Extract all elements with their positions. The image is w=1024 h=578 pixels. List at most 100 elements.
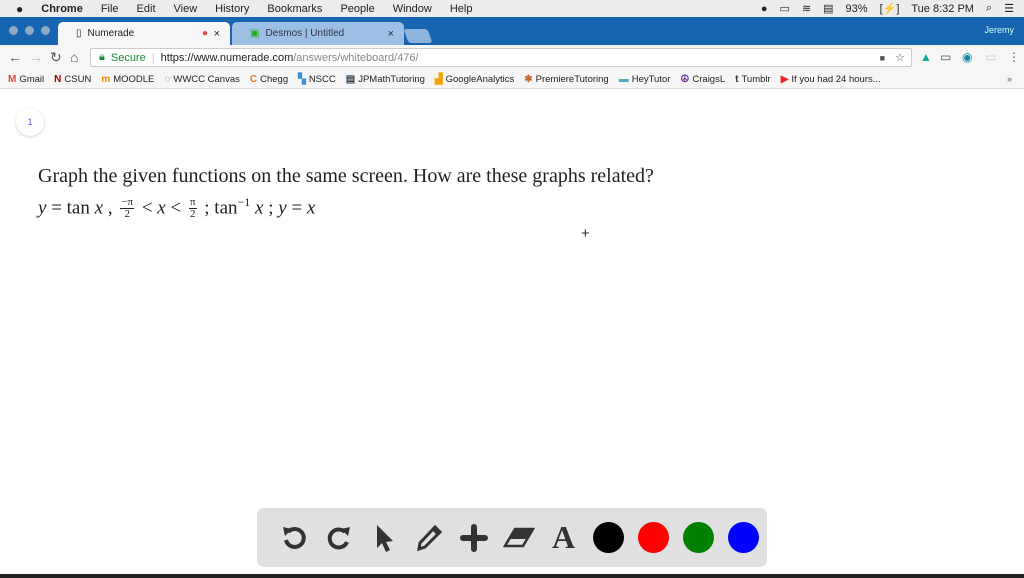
spotlight-icon[interactable]: ⌕ — [986, 2, 992, 15]
bookmark-label: Gmail — [19, 73, 45, 85]
star-icon[interactable]: ☆ — [895, 51, 905, 64]
url-path: /answers/whiteboard/476/ — [293, 51, 419, 64]
bookmark-label: Chegg — [260, 73, 289, 85]
color-black-button[interactable] — [593, 522, 624, 553]
bookmark-icon: C — [249, 73, 258, 85]
bookmark-csun[interactable]: N CSUN — [54, 74, 91, 85]
menu-view[interactable]: View — [174, 3, 198, 15]
menu-app[interactable]: Chrome — [41, 3, 83, 15]
bottom-edge — [0, 574, 1024, 578]
wifi-icon[interactable]: ≋ — [802, 2, 811, 15]
cast-icon[interactable]: ▭ — [940, 50, 951, 64]
bookmark-label: If you had 24 hours... — [791, 73, 881, 85]
bookmark-label: HeyTutor — [631, 73, 671, 85]
plus-icon — [459, 523, 488, 552]
bookmark-heytutor[interactable]: ▬ HeyTutor — [619, 74, 671, 85]
flag-icon[interactable]: ▤ — [823, 2, 833, 15]
bookmark-label: CSUN — [64, 73, 92, 85]
bookmark-label: PremiereTutoring — [535, 73, 609, 85]
math-text: , — [103, 197, 118, 219]
menu-bookmarks[interactable]: Bookmarks — [267, 3, 322, 15]
bookmark-googleanalytics[interactable]: ▟ GoogleAnalytics — [435, 74, 514, 85]
math-text: ; tan — [199, 197, 238, 219]
bookmark-nscc[interactable]: ▚ NSCC — [298, 74, 336, 85]
battery-icon: [⚡] — [879, 3, 900, 15]
extension-icon[interactable]: ◉ — [962, 50, 972, 64]
shape-button[interactable] — [451, 515, 496, 560]
battery-percent[interactable]: 93% — [846, 3, 868, 15]
extension-icon[interactable]: ▲ — [920, 50, 932, 64]
bookmark-craigsl[interactable]: ☮ CraigsL — [680, 74, 725, 85]
list-icon[interactable]: ☰ — [1004, 2, 1014, 15]
denominator: 2 — [124, 208, 130, 221]
airplay-icon[interactable]: ▭ — [780, 2, 790, 15]
camera-icon[interactable]: ■ — [880, 53, 885, 63]
page-number[interactable]: 1 — [16, 108, 44, 136]
minimize-window-button[interactable] — [25, 26, 34, 35]
forward-icon[interactable]: → — [29, 49, 43, 65]
bookmark-label: NSCC — [308, 73, 336, 85]
tab-numerade[interactable]: ▯ Numerade ● × — [58, 22, 230, 45]
address-toolbar: ← → ↻ ⌂ 🔒︎ Secure | https://www.numerade… — [0, 45, 1024, 70]
undo-button[interactable] — [271, 515, 316, 560]
home-icon[interactable]: ⌂ — [70, 49, 78, 65]
reload-icon[interactable]: ↻ — [50, 49, 62, 66]
redo-button[interactable] — [316, 515, 361, 560]
eraser-button[interactable] — [496, 515, 541, 560]
bookmark-jpmathtutoring[interactable]: ▤ JPMathTutoring — [346, 74, 425, 85]
bookmark-label: CraigsL — [692, 73, 726, 85]
color-red-button[interactable] — [638, 522, 669, 553]
notification-icon[interactable]: ● — [761, 3, 768, 15]
menu-file[interactable]: File — [101, 3, 119, 15]
math-text: < — [165, 197, 186, 219]
bookmark-tumblr[interactable]: t Tumblr — [735, 74, 771, 85]
more-bookmarks-icon[interactable]: » — [1007, 74, 1012, 84]
bookmark-icon: ✱ — [524, 73, 533, 85]
clock[interactable]: Tue 8:32 PM — [911, 3, 974, 15]
bookmark-icon: ▤ — [345, 73, 356, 85]
new-tab-button[interactable] — [403, 29, 433, 43]
math-var: x — [250, 197, 264, 219]
bookmark-icon: M — [8, 73, 17, 85]
fraction: −π 2 — [120, 197, 135, 221]
bookmark-if-you-had-24-hours[interactable]: ▶ If you had 24 hours... — [781, 74, 881, 85]
menu-window[interactable]: Window — [393, 3, 432, 15]
bookmark-wwcc-canvas[interactable]: ◌ WWCC Canvas — [164, 74, 239, 85]
eraser-icon — [502, 527, 535, 547]
close-tab-icon[interactable]: × — [214, 28, 220, 40]
recording-icon: ● — [201, 28, 208, 39]
bookmark-premieretutoring[interactable]: ✱ PremiereTutoring — [524, 74, 608, 85]
secure-label: Secure — [110, 51, 146, 64]
pointer-icon — [376, 524, 393, 552]
tab-desmos[interactable]: ▣ Desmos | Untitled × — [232, 22, 404, 45]
menu-help[interactable]: Help — [450, 3, 473, 15]
bookmark-gmail[interactable]: M Gmail — [8, 74, 44, 85]
profile-name[interactable]: Jeremy — [984, 25, 1014, 35]
select-button[interactable] — [361, 515, 406, 560]
zoom-window-button[interactable] — [41, 26, 50, 35]
math-text: < — [137, 197, 158, 219]
math-text: = — [286, 197, 307, 219]
menu-edit[interactable]: Edit — [137, 3, 156, 15]
back-icon[interactable]: ← — [8, 49, 22, 65]
close-tab-icon[interactable]: × — [388, 28, 394, 40]
text-button[interactable]: A — [541, 515, 586, 560]
extension-icon[interactable]: ▭ — [985, 50, 996, 64]
bookmark-moodle[interactable]: m MOODLE — [101, 74, 154, 85]
lock-icon: 🔒︎ — [99, 51, 105, 63]
url-bar[interactable]: 🔒︎ Secure | https://www.numerade.com/ans… — [90, 48, 912, 67]
close-window-button[interactable] — [9, 26, 18, 35]
color-blue-button[interactable] — [728, 522, 759, 553]
color-green-button[interactable] — [683, 522, 714, 553]
apple-icon[interactable]: ● — [16, 2, 23, 16]
bookmark-chegg[interactable]: C Chegg — [250, 74, 288, 85]
bookmark-label: MOODLE — [113, 73, 155, 85]
menu-people[interactable]: People — [340, 3, 374, 15]
bookmark-icon: ▚ — [298, 73, 306, 85]
pencil-button[interactable] — [406, 515, 451, 560]
menu-history[interactable]: History — [215, 3, 249, 15]
pencil-icon — [416, 524, 442, 551]
undo-icon — [282, 526, 306, 549]
more-icon[interactable]: ⋮ — [1008, 50, 1020, 64]
bookmark-icon: ▶ — [780, 73, 789, 85]
